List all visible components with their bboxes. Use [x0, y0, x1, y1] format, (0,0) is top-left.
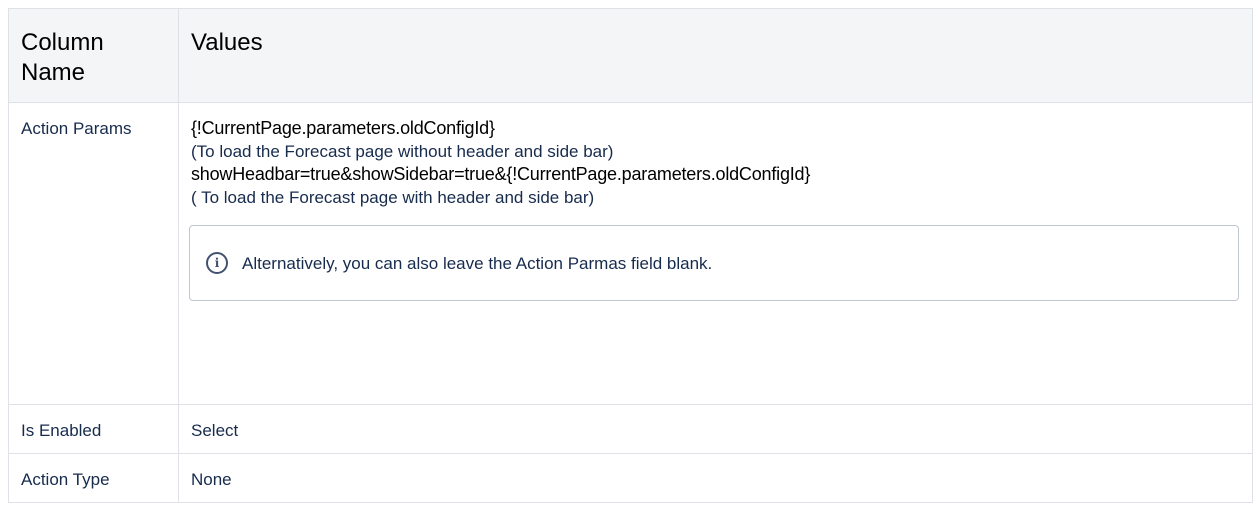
param-line-3: showHeadbar=true&showSidebar=true&{!Curr… [191, 164, 811, 184]
table-row: Is Enabled Select [8, 404, 1253, 454]
info-note: i Alternatively, you can also leave the … [189, 225, 1239, 301]
table-row: Action Params {!CurrentPage.parameters.o… [8, 102, 1253, 405]
param-line-4: ( To load the Forecast page with header … [191, 188, 595, 207]
row-value-action-params: {!CurrentPage.parameters.oldConfigId} (T… [178, 102, 1253, 405]
row-name-is-enabled: Is Enabled [8, 404, 179, 454]
configuration-table: Column Name Values Action Params {!Curre… [8, 8, 1253, 503]
info-note-text: Alternatively, you can also leave the Ac… [242, 253, 713, 273]
values-header: Values [178, 8, 1253, 103]
row-value-action-type: None [178, 453, 1253, 503]
column-name-header: Column Name [8, 8, 179, 103]
param-line-1: {!CurrentPage.parameters.oldConfigId} [191, 118, 495, 138]
row-name-action-params: Action Params [8, 102, 179, 405]
info-icon: i [206, 252, 228, 274]
row-name-action-type: Action Type [8, 453, 179, 503]
row-value-is-enabled: Select [178, 404, 1253, 454]
table-row: Action Type None [8, 453, 1253, 503]
param-line-2: (To load the Forecast page without heade… [191, 142, 614, 161]
table-header-row: Column Name Values [8, 8, 1253, 103]
